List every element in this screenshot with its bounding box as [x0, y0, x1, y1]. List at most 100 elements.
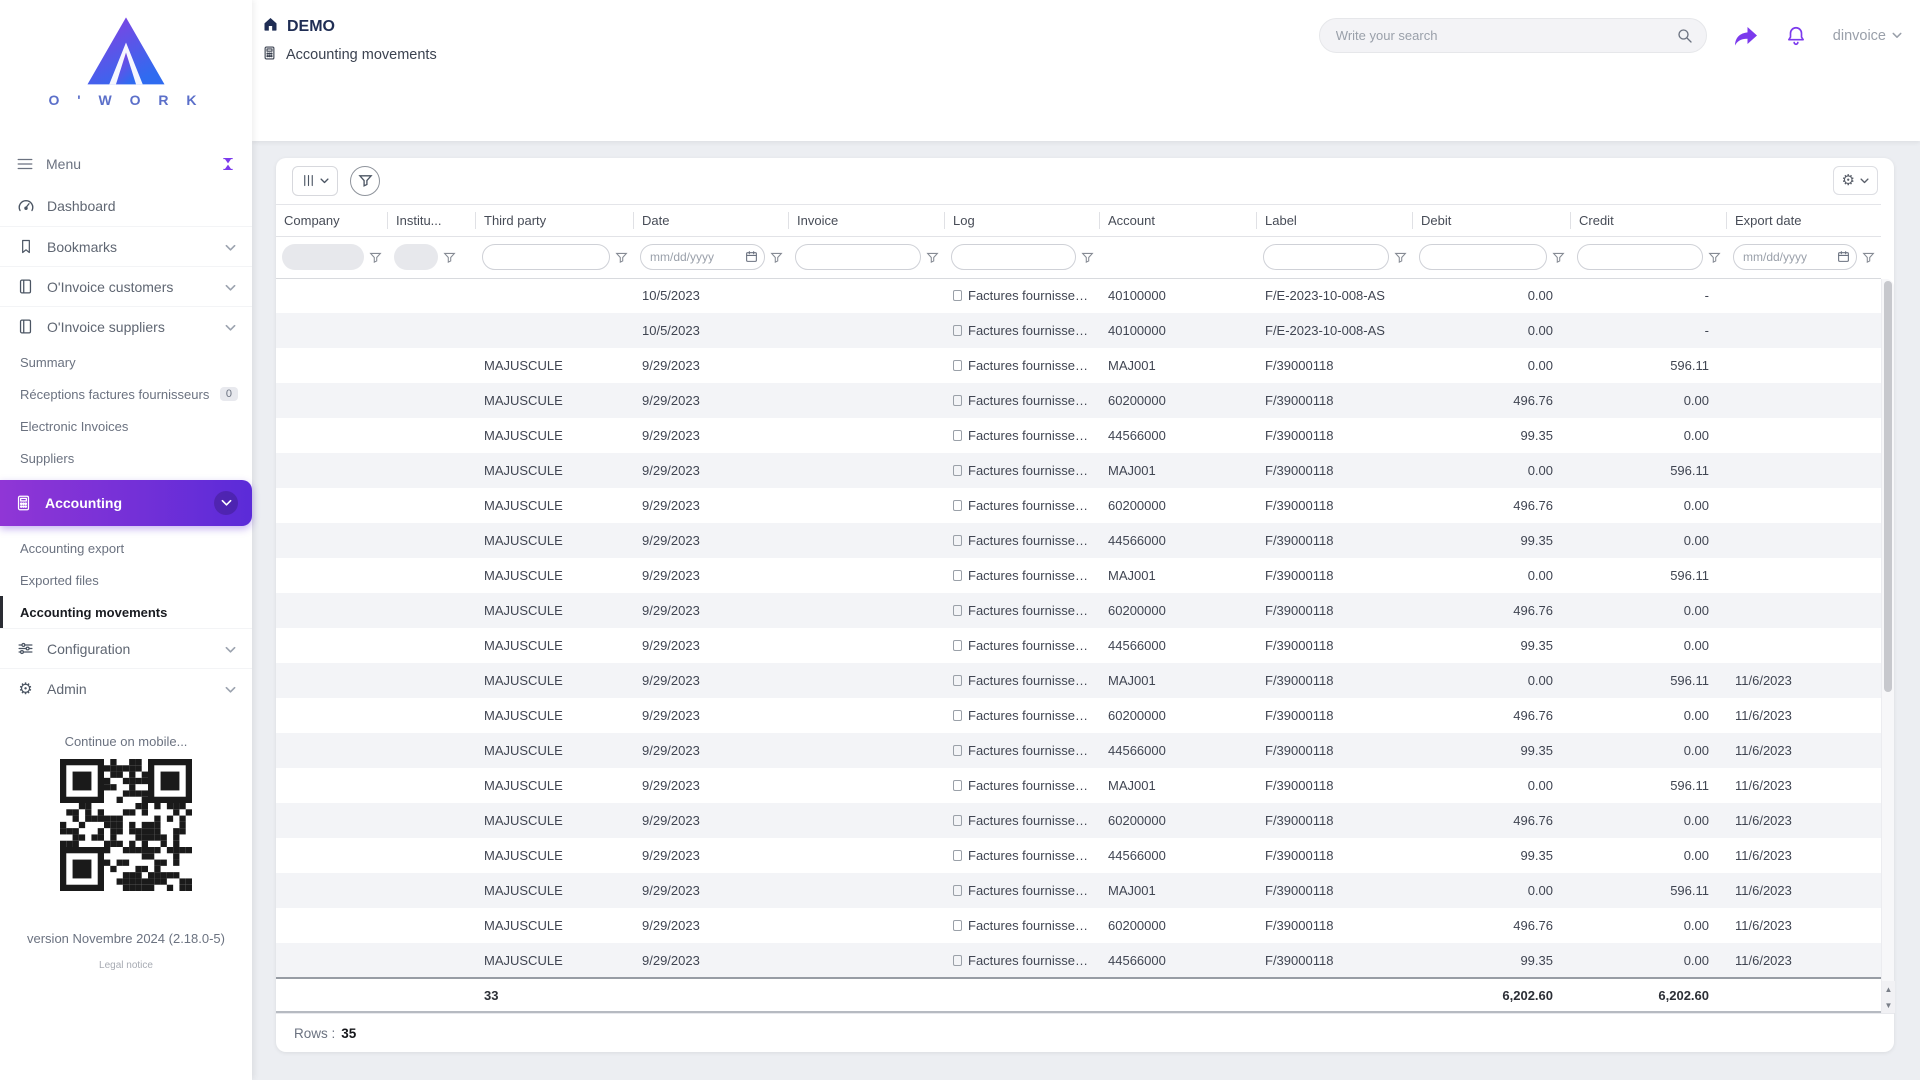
column-header-company[interactable]: Company: [276, 204, 388, 236]
account-cell: 60200000: [1108, 498, 1166, 514]
user-menu[interactable]: dinvoice: [1833, 28, 1902, 44]
sidebar-item-receptions-factures[interactable]: Réceptions factures fournisseurs 0: [0, 378, 252, 410]
table-row[interactable]: 10/5/2023 Factures fournisseurs 40100000 F/…: [276, 313, 1881, 349]
hourglass-pin-icon[interactable]: [220, 155, 236, 173]
label-cell: F/39000118: [1265, 568, 1334, 584]
debit-filter-input[interactable]: [1419, 244, 1547, 271]
log-cell: Factures fournisseurs: [945, 838, 1100, 873]
sidebar-item-accounting-export[interactable]: Accounting export: [0, 532, 252, 564]
share-button[interactable]: [1733, 25, 1759, 47]
company-cell: [276, 768, 388, 803]
table-row[interactable]: MAJUSCULE 9/29/2023 Factures fournisseurs M…: [276, 453, 1881, 489]
invoice-filter-funnel-icon[interactable]: [926, 251, 939, 264]
label-cell: F/39000118: [1265, 708, 1334, 724]
label-filter-input[interactable]: [1263, 244, 1389, 271]
table-row[interactable]: MAJUSCULE 9/29/2023 Factures fournisseurs 6…: [276, 698, 1881, 733]
table-row[interactable]: MAJUSCULE 9/29/2023 Factures fournisseurs 4…: [276, 523, 1881, 559]
totals-count: 33: [476, 977, 634, 1014]
calendar-icon[interactable]: [745, 250, 758, 268]
filter-toggle-button[interactable]: [350, 165, 380, 196]
notifications-button[interactable]: [1785, 25, 1807, 47]
legal-notice-link[interactable]: Legal notice: [0, 960, 252, 971]
table-row[interactable]: MAJUSCULE 9/29/2023 Factures fournisseurs 4…: [276, 418, 1881, 453]
scrollbar-thumb[interactable]: [1884, 281, 1892, 693]
log-filter-funnel-icon[interactable]: [1081, 251, 1094, 264]
journal-icon: [953, 535, 962, 547]
column-header-log[interactable]: Log: [945, 204, 1100, 236]
column-header-label[interactable]: Label: [1257, 204, 1413, 236]
third-party-filter-input[interactable]: [482, 244, 610, 271]
table-row[interactable]: MAJUSCULE 9/29/2023 Factures fournisseurs M…: [276, 873, 1881, 909]
invoice-filter-input[interactable]: [795, 244, 921, 271]
company-filter-funnel-icon[interactable]: [369, 251, 382, 264]
sidebar-item-oinvoice-customers[interactable]: O'Invoice customers: [0, 266, 252, 306]
table-row[interactable]: 10/5/2023 Factures fournisseurs 40100000 F/…: [276, 278, 1881, 313]
table-row[interactable]: MAJUSCULE 9/29/2023 Factures fournisseurs 4…: [276, 838, 1881, 873]
sidebar-item-bookmarks[interactable]: Bookmarks: [0, 226, 252, 266]
log-cell: Factures fournisseurs: [945, 488, 1100, 523]
column-header-institution[interactable]: Institu...: [388, 204, 476, 236]
sidebar-item-exported-files[interactable]: Exported files: [0, 564, 252, 596]
date-filter-funnel-icon[interactable]: [770, 251, 783, 264]
table-row[interactable]: MAJUSCULE 9/29/2023 Factures fournisseurs 4…: [276, 733, 1881, 769]
table-row[interactable]: MAJUSCULE 9/29/2023 Factures fournisseurs 6…: [276, 383, 1881, 419]
journal-icon: [953, 920, 962, 932]
credit-filter-funnel-icon[interactable]: [1708, 251, 1721, 264]
search-icon[interactable]: [1676, 27, 1694, 45]
third-party-cell: MAJUSCULE: [484, 778, 563, 794]
company-cell: [276, 873, 388, 908]
export-date-filter-funnel-icon[interactable]: [1862, 251, 1875, 264]
table-row[interactable]: MAJUSCULE 9/29/2023 Factures fournisseurs 6…: [276, 803, 1881, 839]
debit-filter-funnel-icon[interactable]: [1552, 251, 1565, 264]
column-header-date[interactable]: Date: [634, 204, 789, 236]
hamburger-icon[interactable]: [16, 155, 34, 173]
scroll-down-arrow[interactable]: ▼: [1882, 997, 1895, 1013]
journal-icon: [953, 325, 962, 337]
sidebar-item-dashboard[interactable]: Dashboard: [0, 186, 252, 226]
institution-cell: [388, 628, 476, 663]
filter-row: [276, 236, 1881, 279]
column-header-third-party[interactable]: Third party: [476, 204, 634, 236]
institution-filter-funnel-icon[interactable]: [443, 251, 456, 264]
column-picker-button[interactable]: [292, 165, 338, 196]
table-body: 10/5/2023 Factures fournisseurs 40100000 F/…: [276, 278, 1881, 979]
table-row[interactable]: MAJUSCULE 9/29/2023 Factures fournisseurs M…: [276, 558, 1881, 593]
sidebar-item-summary[interactable]: Summary: [0, 346, 252, 378]
column-header-export-date[interactable]: Export date: [1727, 204, 1881, 236]
column-header-debit[interactable]: Debit: [1413, 204, 1571, 236]
third-party-filter-funnel-icon[interactable]: [615, 251, 628, 264]
vertical-scrollbar[interactable]: ▲ ▼: [1881, 279, 1895, 1013]
sidebar-item-electronic-invoices[interactable]: Electronic Invoices: [0, 410, 252, 442]
sidebar-item-configuration[interactable]: Configuration: [0, 628, 252, 668]
totals-row: 33 6,202.60 6,202.60: [276, 977, 1881, 1014]
label-filter-funnel-icon[interactable]: [1394, 251, 1407, 264]
credit-cell: 0.00: [1683, 603, 1709, 619]
table-row[interactable]: MAJUSCULE 9/29/2023 Factures fournisseurs M…: [276, 663, 1881, 699]
sidebar-item-oinvoice-suppliers[interactable]: O'Invoice suppliers: [0, 306, 252, 346]
table-row[interactable]: MAJUSCULE 9/29/2023 Factures fournisseurs 4…: [276, 943, 1881, 979]
home-breadcrumb[interactable]: DEMO: [262, 16, 437, 37]
table-row[interactable]: MAJUSCULE 9/29/2023 Factures fournisseurs M…: [276, 768, 1881, 803]
column-header-credit[interactable]: Credit: [1571, 204, 1727, 236]
column-header-invoice[interactable]: Invoice: [789, 204, 945, 236]
table-row[interactable]: MAJUSCULE 9/29/2023 Factures fournisseurs 6…: [276, 908, 1881, 943]
table-settings-button[interactable]: ⚙: [1832, 166, 1878, 196]
sidebar-item-suppliers[interactable]: Suppliers: [0, 442, 252, 474]
sidebar-item-accounting[interactable]: Accounting: [0, 480, 252, 526]
table-row[interactable]: MAJUSCULE 9/29/2023 Factures fournisseurs 4…: [276, 628, 1881, 663]
table-row[interactable]: MAJUSCULE 9/29/2023 Factures fournisseurs 6…: [276, 593, 1881, 629]
credit-filter-input[interactable]: [1577, 244, 1703, 271]
invoice-cell: [789, 278, 945, 313]
company-cell: [276, 698, 388, 733]
log-filter-input[interactable]: [951, 244, 1076, 271]
calendar-icon[interactable]: [1837, 250, 1850, 268]
sidebar-item-admin[interactable]: ⚙ Admin: [0, 668, 252, 708]
institution-cell: [388, 523, 476, 558]
table-row[interactable]: MAJUSCULE 9/29/2023 Factures fournisseurs M…: [276, 348, 1881, 383]
journal-icon: [953, 885, 962, 897]
search-input[interactable]: [1335, 28, 1676, 43]
table-row[interactable]: MAJUSCULE 9/29/2023 Factures fournisseurs 6…: [276, 488, 1881, 523]
column-header-account[interactable]: Account: [1100, 204, 1257, 236]
scroll-up-arrow[interactable]: ▲: [1882, 981, 1895, 997]
sidebar-item-accounting-movements[interactable]: Accounting movements: [0, 596, 252, 628]
